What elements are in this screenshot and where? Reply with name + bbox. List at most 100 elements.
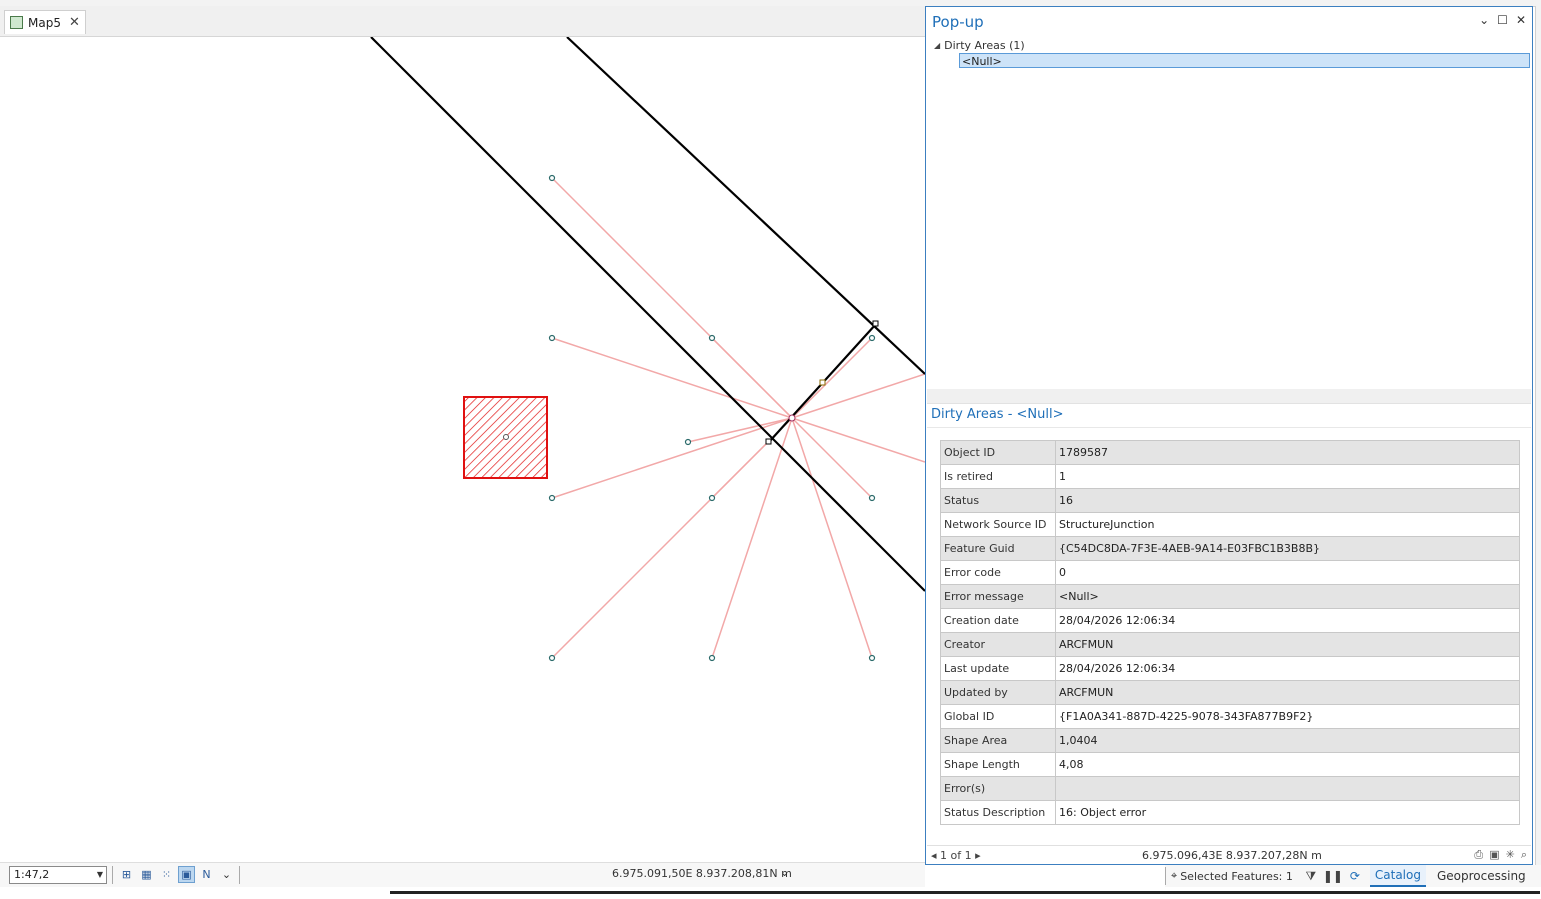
chevron-down-icon[interactable]: ⌄	[1479, 13, 1489, 27]
attribute-row: Status Description 16: Object error	[940, 800, 1520, 825]
attribute-key: Feature Guid	[940, 536, 1056, 561]
map-coordinates: 6.975.091,50E 8.937.208,81N m	[612, 867, 792, 880]
connector-line	[551, 417, 793, 659]
chevron-down-icon[interactable]: ⌄	[218, 866, 235, 883]
connector-line	[791, 337, 873, 419]
close-icon[interactable]: ✕	[1516, 13, 1526, 27]
attribute-value[interactable]: 1,0404	[1055, 728, 1520, 753]
attribute-key: Status	[940, 488, 1056, 513]
attribute-value[interactable]: StructureJunction	[1055, 512, 1520, 537]
attribute-value[interactable]: 16: Object error	[1055, 800, 1520, 825]
structure-line	[566, 37, 925, 375]
tree-root-label: Dirty Areas (1)	[944, 38, 1025, 52]
map-tab[interactable]: Map5 ✕	[4, 10, 86, 34]
north-arrow-icon[interactable]: N	[198, 866, 215, 883]
extent-icon[interactable]: ⊞	[118, 866, 135, 883]
attribute-row: Network Source ID StructureJunction	[940, 512, 1520, 537]
connector-line	[711, 337, 793, 419]
vertex-point	[708, 654, 716, 662]
scale-dropdown[interactable]: 1:47,2 ▼	[9, 866, 107, 884]
flash-icon[interactable]: ✳	[1506, 848, 1515, 862]
attribute-row: Object ID 1789587	[940, 440, 1520, 465]
attribute-value[interactable]: 28/04/2026 12:06:34	[1055, 608, 1520, 633]
attribute-table: Object ID 1789587 Is retired 1 Status 16 Netwo…	[940, 440, 1520, 825]
popup-title: Pop-up	[932, 13, 984, 31]
vertex-point	[868, 654, 876, 662]
map-tab-bar: Map5 ✕	[0, 6, 925, 37]
attribute-value[interactable]: 28/04/2026 12:06:34	[1055, 656, 1520, 681]
attribute-row: Shape Length 4,08	[940, 752, 1520, 777]
collapse-caret-icon[interactable]: ◢	[934, 41, 940, 50]
map-canvas[interactable]	[4, 37, 925, 862]
attribute-row: Status 16	[940, 488, 1520, 513]
attribute-key: Last update	[940, 656, 1056, 681]
attribute-key: Creator	[940, 632, 1056, 657]
vertex-point	[548, 174, 556, 182]
structure-line	[370, 37, 925, 592]
attribute-value[interactable]	[1055, 776, 1520, 801]
close-icon[interactable]: ✕	[69, 15, 80, 30]
zoom-to-icon[interactable]: ⌕	[1521, 848, 1527, 862]
attribute-key: Error message	[940, 584, 1056, 609]
attribute-value[interactable]: 1789587	[1055, 440, 1520, 465]
attribute-value[interactable]: 4,08	[1055, 752, 1520, 777]
attribute-row: Updated by ARCFMUN	[940, 680, 1520, 705]
window-buttons: ⌄ ☐ ✕	[1479, 13, 1526, 27]
attribute-key: Status Description	[940, 800, 1056, 825]
vertex-point	[548, 334, 556, 342]
attribute-key: Error code	[940, 560, 1056, 585]
connector-line	[791, 417, 873, 499]
right-dock-gutter	[1535, 6, 1541, 865]
attribute-row: Feature Guid {C54DC8DA-7F3E-4AEB-9A14-E03…	[940, 536, 1520, 561]
status-divider	[112, 866, 113, 884]
selection-icon: ⌖	[1171, 869, 1178, 882]
attribute-value[interactable]: {F1A0A341-887D-4225-9078-343FA877B9F2}	[1055, 704, 1520, 729]
map-view[interactable]	[4, 37, 925, 862]
attribute-value[interactable]: 0	[1055, 560, 1520, 585]
attribute-value[interactable]: ARCFMUN	[1055, 632, 1520, 657]
attribute-row: Shape Area 1,0404	[940, 728, 1520, 753]
attribute-value[interactable]: 1	[1055, 464, 1520, 489]
connector-line	[791, 417, 873, 659]
connector-line	[711, 417, 793, 659]
tab-geoprocessing[interactable]: Geoprocessing	[1432, 866, 1531, 886]
app-status-bar: ⌖ Selected Features: 1 ⧩ ❚❚ ⟳ Catalog Ge…	[1165, 865, 1541, 887]
pause-icon[interactable]: ❚❚	[1323, 867, 1343, 885]
vertex-point	[868, 334, 876, 342]
next-icon[interactable]: ▸	[975, 849, 981, 862]
attribute-row: Last update 28/04/2026 12:06:34	[940, 656, 1520, 681]
selected-features-label: Selected Features: 1	[1180, 869, 1293, 883]
selection-icon[interactable]: ▣	[178, 866, 195, 883]
tree-root-dirty-areas[interactable]: ◢ Dirty Areas (1)	[932, 37, 1530, 53]
snapping-icon[interactable]: ⁙	[158, 866, 175, 883]
selected-features[interactable]: ⌖ Selected Features: 1	[1165, 867, 1298, 885]
attribute-value[interactable]: {C54DC8DA-7F3E-4AEB-9A14-E03FBC1B3B8B}	[1055, 536, 1520, 561]
attribute-value[interactable]: ARCFMUN	[1055, 680, 1520, 705]
maximize-icon[interactable]: ☐	[1497, 13, 1508, 27]
map-icon	[10, 16, 23, 29]
divider	[927, 427, 1531, 428]
chevron-down-icon[interactable]: ⌄	[780, 866, 789, 879]
grid-icon[interactable]: ▦	[138, 866, 155, 883]
vertex-point	[684, 438, 692, 446]
connector-line	[551, 337, 793, 419]
junction-point	[765, 438, 772, 445]
pane-splitter[interactable]	[927, 389, 1531, 404]
connector-line	[687, 417, 793, 443]
refresh-icon[interactable]: ⟳	[1346, 867, 1364, 885]
attribute-row: Error(s)	[940, 776, 1520, 801]
pager-label: 1 of 1	[940, 849, 972, 862]
tab-catalog[interactable]: Catalog	[1369, 865, 1426, 887]
vertex-point	[868, 494, 876, 502]
print-icon[interactable]: ⎙	[1474, 848, 1483, 862]
footer-tools: ⎙ ▣ ✳ ⌕	[1474, 848, 1527, 862]
attribute-key: Network Source ID	[940, 512, 1056, 537]
attribute-value[interactable]: 16	[1055, 488, 1520, 513]
map-status-bar: 1:47,2 ▼ ⊞ ▦ ⁙ ▣ N ⌄ 6.975.091,50E 8.937…	[0, 862, 925, 887]
export-icon[interactable]: ▣	[1489, 848, 1499, 862]
filter-icon[interactable]: ⧩	[1302, 867, 1320, 885]
attribute-value[interactable]: <Null>	[1055, 584, 1520, 609]
previous-icon[interactable]: ◂	[931, 849, 937, 862]
connector-line	[551, 417, 793, 499]
tree-item-selected[interactable]: <Null>	[959, 53, 1530, 68]
